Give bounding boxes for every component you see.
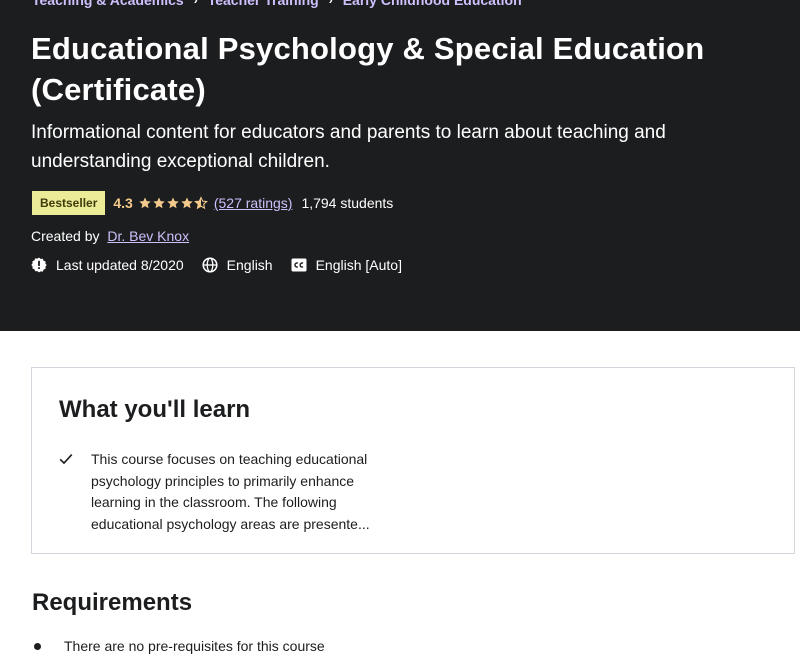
- star-icon: [139, 197, 151, 209]
- bullet-icon: [34, 642, 41, 650]
- course-language: English: [202, 257, 273, 273]
- breadcrumb: Teaching & Academics › Teacher Training …: [32, 0, 522, 8]
- course-header: Teaching & Academics › Teacher Training …: [0, 0, 800, 331]
- breadcrumb-item-teacher-training[interactable]: Teacher Training: [208, 0, 319, 8]
- what-youll-learn: What you'll learn This course focuses on…: [31, 367, 795, 554]
- captions-text: English [Auto]: [315, 257, 402, 273]
- rating-row: Bestseller 4.3 (527 ratings) 1,794 stude…: [32, 191, 393, 215]
- bestseller-badge: Bestseller: [32, 191, 106, 215]
- learn-item: This course focuses on teaching educatio…: [59, 449, 401, 535]
- instructor-link[interactable]: Dr. Bev Knox: [107, 228, 189, 244]
- check-icon: [59, 454, 73, 465]
- breadcrumb-separator: ›: [193, 0, 198, 7]
- created-by-label: Created by: [31, 228, 100, 244]
- learn-title: What you'll learn: [59, 396, 251, 423]
- learn-item-text: This course focuses on teaching educatio…: [91, 451, 370, 532]
- star-half-icon: [193, 196, 208, 210]
- requirement-text: There are no pre-requisites for this cou…: [64, 638, 325, 654]
- star-icon: [181, 197, 193, 209]
- students-count: 1,794 students: [301, 195, 394, 211]
- breadcrumb-item-early-childhood-education[interactable]: Early Childhood Education: [343, 0, 522, 8]
- star-icon: [153, 197, 165, 209]
- globe-icon: [202, 257, 218, 273]
- star-rating: [138, 196, 208, 210]
- course-subtitle: Informational content for educators and …: [31, 122, 666, 172]
- breadcrumb-separator: ›: [328, 0, 333, 7]
- rating-value: 4.3: [113, 195, 133, 211]
- created-by: Created by Dr. Bev Knox: [31, 228, 189, 244]
- ratings-count-link[interactable]: (527 ratings): [214, 195, 293, 211]
- requirements-title: Requirements: [32, 589, 193, 616]
- star-icon: [167, 197, 179, 209]
- course-captions: English [Auto]: [291, 257, 402, 273]
- course-meta: Last updated 8/2020 English English [Aut…: [31, 257, 420, 273]
- list-item: There are no pre-requisites for this cou…: [34, 638, 325, 654]
- last-updated: Last updated 8/2020: [31, 257, 184, 273]
- alert-icon: [31, 257, 47, 273]
- breadcrumb-item-teaching-academics[interactable]: Teaching & Academics: [32, 0, 184, 8]
- language-text: English: [226, 257, 273, 273]
- requirements-list: There are no pre-requisites for this cou…: [34, 638, 325, 654]
- last-updated-text: Last updated 8/2020: [56, 257, 184, 273]
- course-title: Educational Psychology & Special Educati…: [31, 31, 705, 107]
- closed-captions-icon: [291, 258, 307, 272]
